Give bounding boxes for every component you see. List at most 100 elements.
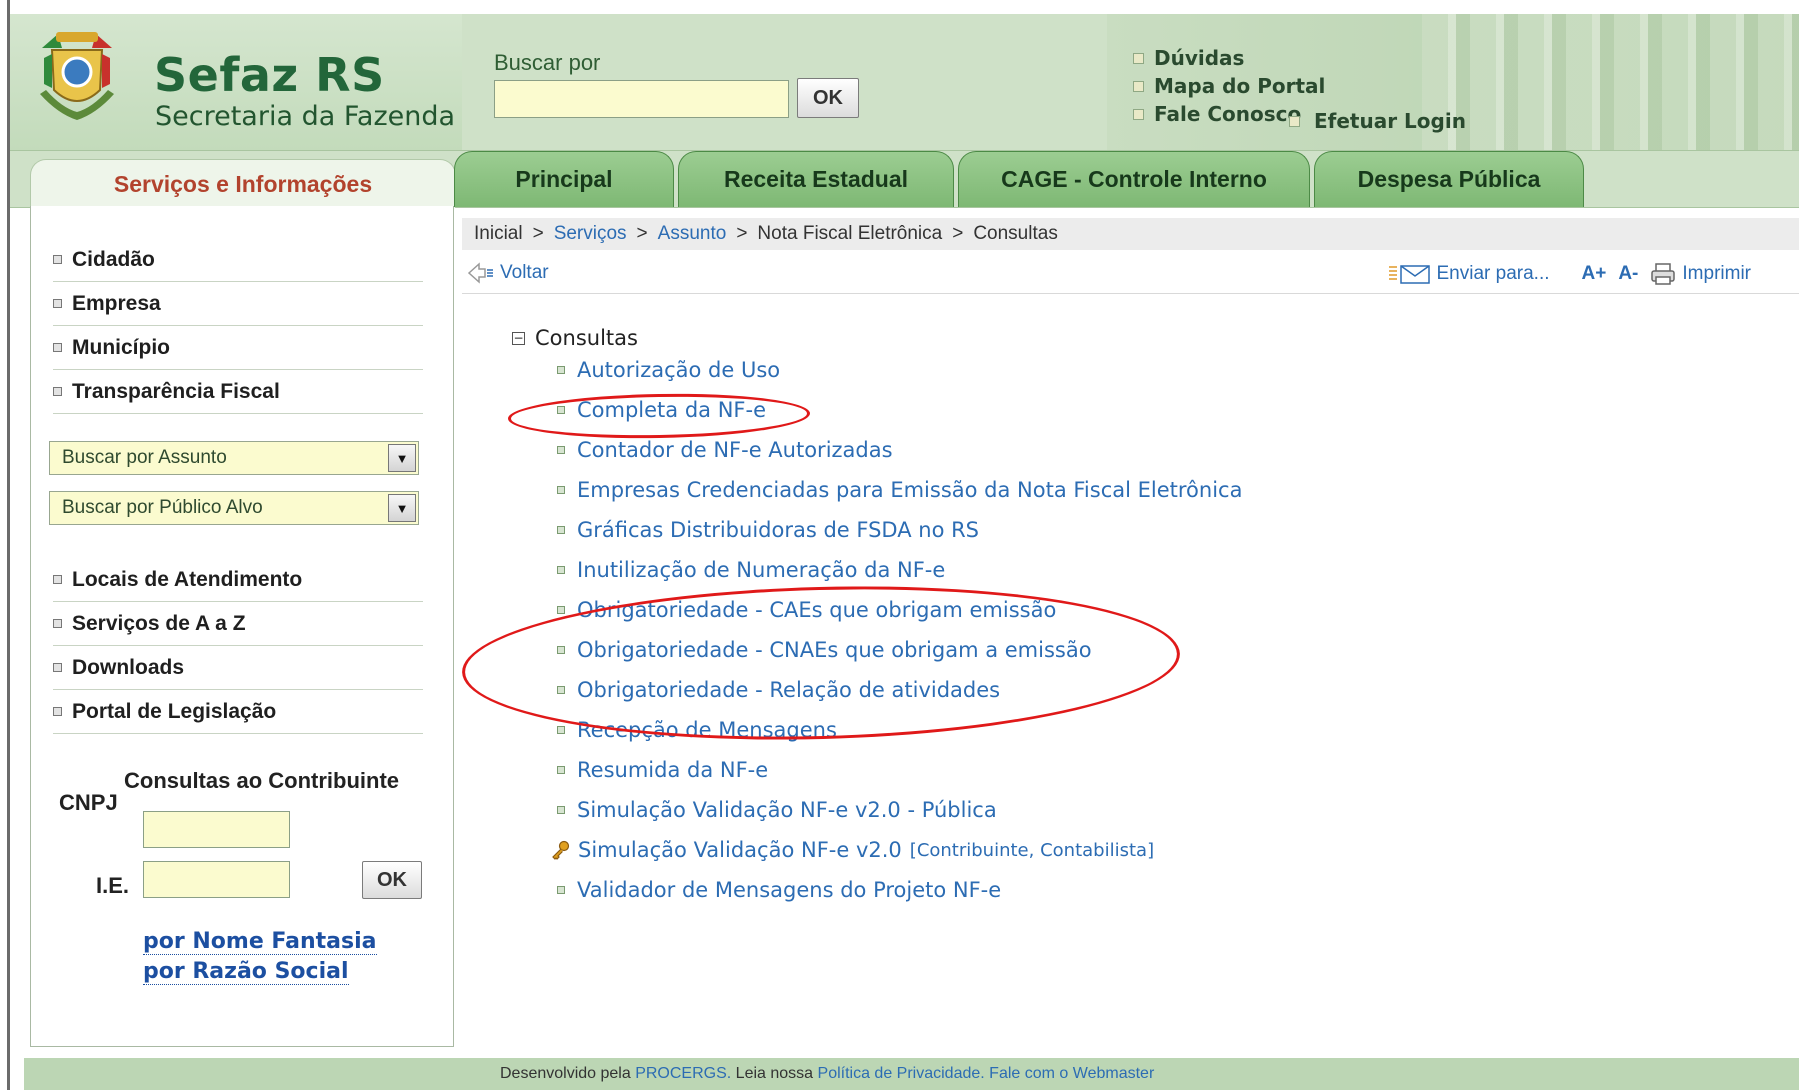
sidebar-item-empresa[interactable]: Empresa: [53, 282, 423, 326]
bullet-icon: [1133, 108, 1144, 120]
sidebar-item-locais[interactable]: Locais de Atendimento: [53, 558, 423, 602]
tab-principal[interactable]: Principal: [454, 151, 674, 207]
link-fale-conosco[interactable]: Fale Conosco: [1133, 102, 1301, 126]
printer-icon: [1651, 263, 1676, 285]
tree-item-simulacao-publica[interactable]: Simulação Validação NF-e v2.0 - Pública: [557, 798, 997, 822]
link-razao-social[interactable]: por Razão Social: [143, 960, 349, 985]
enviar-label: Enviar para...: [1436, 263, 1550, 284]
tree-item-simulacao-restrita[interactable]: Simulação Validação NF-e v2.0 [Contribui…: [550, 838, 1154, 862]
tree-item-recepcao[interactable]: Recepção de Mensagens: [557, 718, 837, 742]
select-publico-value: Buscar por Público Alvo: [62, 497, 263, 518]
tree-item-obrig-cnaes[interactable]: Obrigatoriedade - CNAEs que obrigam a em…: [557, 638, 1092, 662]
page: Sefaz RS Secretaria da Fazenda Buscar po…: [10, 0, 1799, 1090]
envelope-icon: [1388, 265, 1430, 284]
dropdown-arrow-icon[interactable]: ▼: [388, 494, 416, 522]
quick-links-area: Dúvidas Mapa do Portal Fale Conosco Efet…: [1107, 14, 1799, 150]
bullet-icon: [557, 446, 565, 454]
tree-item-graficas[interactable]: Gráficas Distribuidoras de FSDA no RS: [557, 518, 979, 542]
link-fale-label: Fale Conosco: [1154, 102, 1302, 126]
ie-label: I.E.: [96, 873, 130, 898]
breadcrumb-assunto[interactable]: Assunto: [658, 223, 727, 245]
breadcrumb-servicos[interactable]: Serviços: [554, 223, 627, 245]
bullet-icon: [557, 646, 565, 654]
cnpj-input[interactable]: [143, 811, 290, 848]
tree-item-label: Simulação Validação NF-e v2.0: [578, 838, 902, 862]
font-decrease-button[interactable]: A-: [1618, 263, 1638, 285]
tree-item-obrig-caes[interactable]: Obrigatoriedade - CAEs que obrigam emiss…: [557, 598, 1056, 622]
sidebar-item-label: Portal de Legislação: [72, 699, 277, 723]
footer-leia: Leia nossa: [735, 1065, 814, 1082]
breadcrumb-separator: >: [636, 223, 648, 244]
cnpj-label: CNPJ: [59, 790, 118, 815]
bullet-icon: [53, 255, 62, 264]
imprimir-link[interactable]: Imprimir: [1650, 262, 1751, 286]
login-link[interactable]: Efetuar Login: [1289, 109, 1466, 133]
tab-cage[interactable]: CAGE - Controle Interno: [958, 151, 1310, 207]
tree-root-label: Consultas: [535, 326, 638, 350]
breadcrumb-separator: >: [952, 223, 964, 244]
bullet-icon: [557, 486, 565, 494]
bullet-icon: [1289, 115, 1300, 127]
tree-item-label: Obrigatoriedade - Relação de atividades: [577, 678, 1001, 702]
logo-area[interactable]: Sefaz RS Secretaria da Fazenda: [10, 14, 463, 150]
tree-root-consultas[interactable]: − Consultas: [512, 326, 638, 350]
breadcrumb-nfe[interactable]: Nota Fiscal Eletrônica: [757, 223, 942, 245]
sidebar-item-municipio[interactable]: Município: [53, 326, 423, 370]
tree-item-contador[interactable]: Contador de NF-e Autorizadas: [557, 438, 893, 462]
bullet-icon: [557, 366, 565, 374]
select-publico-alvo[interactable]: Buscar por Público Alvo ▼: [49, 491, 419, 525]
sidebar-item-transparencia[interactable]: Transparência Fiscal: [53, 370, 423, 414]
tree-item-validador[interactable]: Validador de Mensagens do Projeto NF-e: [557, 878, 1001, 902]
breadcrumb-consultas: Consultas: [973, 223, 1058, 244]
link-mapa-do-portal[interactable]: Mapa do Portal: [1133, 74, 1325, 98]
link-duvidas[interactable]: Dúvidas: [1133, 46, 1244, 70]
tab-bar: Serviços e Informações Principal Receita…: [10, 150, 1799, 208]
tree-item-label: Contador de NF-e Autorizadas: [577, 438, 893, 462]
link-nome-fantasia[interactable]: por Nome Fantasia: [143, 930, 377, 955]
consultas-contribuinte-title: Consultas ao Contribuinte: [124, 768, 399, 793]
tree-item-label: Autorização de Uso: [577, 358, 781, 382]
tab-servicos-informacoes[interactable]: Serviços e Informações: [30, 159, 456, 208]
tab-receita-estadual[interactable]: Receita Estadual: [678, 151, 954, 207]
link-duvidas-label: Dúvidas: [1154, 46, 1245, 70]
tree-item-inutilizacao[interactable]: Inutilização de Numeração da NF-e: [557, 558, 945, 582]
building-image: [1422, 14, 1799, 150]
ie-input[interactable]: [143, 861, 290, 898]
search-ok-button[interactable]: OK: [797, 78, 859, 118]
select-assunto[interactable]: Buscar por Assunto ▼: [49, 441, 419, 475]
font-increase-button[interactable]: A+: [1582, 263, 1607, 285]
brand-subtitle: Secretaria da Fazenda: [155, 101, 456, 132]
tree-item-autorizacao[interactable]: Autorização de Uso: [557, 358, 780, 382]
footer-webmaster-link[interactable]: Fale com o Webmaster: [989, 1065, 1154, 1083]
tab-despesa-publica[interactable]: Despesa Pública: [1314, 151, 1584, 207]
sidebar-item-servicos-az[interactable]: Serviços de A a Z: [53, 602, 423, 646]
tree-item-empresas-credenciadas[interactable]: Empresas Credenciadas para Emissão da No…: [557, 478, 1242, 502]
voltar-link[interactable]: Voltar: [468, 262, 549, 284]
footer-privacy-link[interactable]: Política de Privacidade.: [818, 1065, 985, 1083]
sidebar-item-cidadao[interactable]: Cidadão: [53, 238, 423, 282]
consulta-ok-button[interactable]: OK: [362, 861, 422, 899]
dropdown-arrow-icon[interactable]: ▼: [388, 444, 416, 472]
sidebar-item-label: Município: [72, 335, 170, 359]
login-label: Efetuar Login: [1314, 109, 1466, 133]
select-assunto-value: Buscar por Assunto: [62, 447, 227, 468]
search-area: Buscar por OK: [462, 14, 1108, 150]
tree-item-resumida[interactable]: Resumida da NF-e: [557, 758, 768, 782]
sidebar-item-legislacao[interactable]: Portal de Legislação: [53, 690, 423, 734]
brand-title: Sefaz RS: [154, 48, 385, 102]
sidebar-item-label: Cidadão: [72, 247, 155, 271]
tree-item-completa[interactable]: Completa da NF-e: [557, 398, 766, 422]
bullet-icon: [557, 726, 565, 734]
enviar-link[interactable]: Enviar para...: [1387, 263, 1550, 285]
bullet-icon: [53, 663, 62, 672]
sidebar-item-label: Empresa: [72, 291, 161, 315]
coat-of-arms-icon: [40, 32, 114, 120]
sidebar-item-downloads[interactable]: Downloads: [53, 646, 423, 690]
search-input[interactable]: [494, 80, 789, 118]
link-mapa-label: Mapa do Portal: [1154, 74, 1326, 98]
breadcrumb-inicial[interactable]: Inicial: [474, 223, 523, 245]
bullet-icon: [53, 343, 62, 352]
collapse-icon[interactable]: −: [512, 331, 525, 345]
tree-item-obrig-atividades[interactable]: Obrigatoriedade - Relação de atividades: [557, 678, 1000, 702]
footer-procergs-link[interactable]: PROCERGS.: [635, 1065, 731, 1083]
